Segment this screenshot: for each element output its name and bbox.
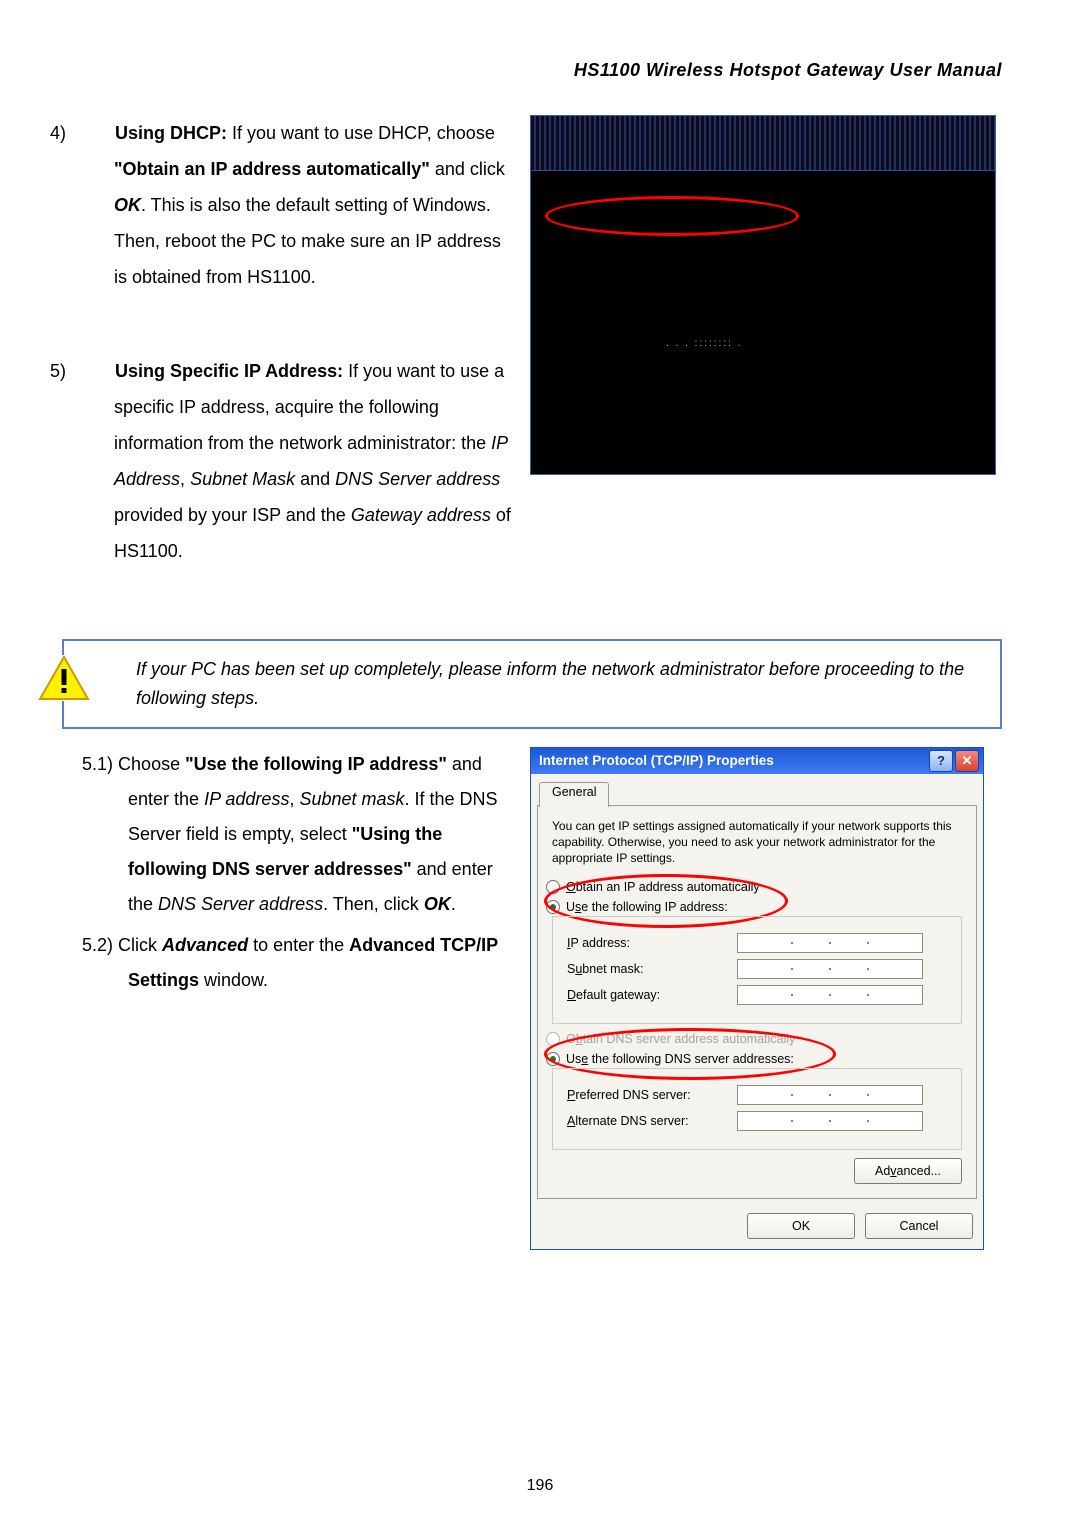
page-title: HS1100 Wireless Hotspot Gateway User Man…	[82, 60, 1002, 81]
marker-52: 5.2)	[82, 935, 113, 955]
warning-callout: If your PC has been set up completely, p…	[62, 639, 1002, 729]
callout-text: If your PC has been set up completely, p…	[136, 659, 964, 708]
radio-obtain-ip-auto[interactable]: Obtain an IP address automatically	[546, 880, 962, 894]
label-alternate-dns: Alternate DNS server:	[567, 1114, 737, 1128]
radio-label: Obtain an IP address automatically	[566, 880, 760, 894]
t-51-1: Choose	[118, 754, 185, 774]
page-number: 196	[0, 1477, 1080, 1495]
tcpip-properties-dialog: Internet Protocol (TCP/IP) Properties ? …	[530, 747, 984, 1251]
radio-use-following-dns[interactable]: Use the following DNS server addresses:	[546, 1052, 962, 1066]
radio-icon	[546, 880, 560, 894]
figure-redacted-screenshot-1: . . . :::::::: .	[530, 115, 996, 475]
quote-4-1: "Obtain an IP address automatically"	[114, 159, 430, 179]
radio-label: Obtain DNS server address automatically	[566, 1032, 795, 1046]
t-52-1: Click	[118, 935, 162, 955]
list-item-5: 5) Using Specific IP Address: If you wan…	[82, 353, 512, 569]
figure-noise: . . . :::::::: .	[666, 338, 742, 349]
t-4-1: If you want to use DHCP, choose	[232, 123, 495, 143]
default-gateway-field[interactable]	[737, 985, 923, 1005]
i-51-1: IP address	[204, 789, 289, 809]
label-default-gateway: Default gateway:	[567, 988, 737, 1002]
list-item-4: 4) Using DHCP: If you want to use DHCP, …	[82, 115, 512, 295]
lead-5: Using Specific IP Address:	[115, 361, 348, 381]
dot-51: .	[451, 894, 456, 914]
radio-icon	[546, 900, 560, 914]
dialog-title: Internet Protocol (TCP/IP) Properties	[539, 753, 774, 768]
t-52-2: to enter the	[248, 935, 349, 955]
i-5-2: Subnet Mask	[190, 469, 295, 489]
t-52-3: window.	[199, 970, 268, 990]
subnet-mask-field[interactable]	[737, 959, 923, 979]
b-52-1: Advanced	[162, 935, 248, 955]
c-51-1: ,	[289, 789, 299, 809]
ip-address-field[interactable]	[737, 933, 923, 953]
sub-item-5-2: 5.2) Click Advanced to enter the Advance…	[82, 928, 512, 998]
q-51-1: "Use the following IP address"	[185, 754, 447, 774]
t-51-5: . Then, click	[323, 894, 424, 914]
label-ip-address: IP address:	[567, 936, 737, 950]
i-5-3: DNS Server address	[335, 469, 500, 489]
i-51-3: DNS Server address	[158, 894, 323, 914]
ok-4: OK	[114, 195, 141, 215]
radio-label: Use the following IP address:	[566, 900, 728, 914]
warning-icon	[38, 655, 90, 701]
help-button[interactable]: ?	[929, 750, 953, 772]
highlight-oval-icon	[545, 196, 799, 236]
i-51-2: Subnet mask	[299, 789, 404, 809]
dialog-titlebar[interactable]: Internet Protocol (TCP/IP) Properties ? …	[531, 748, 983, 774]
cancel-button[interactable]: Cancel	[865, 1213, 973, 1239]
preferred-dns-field[interactable]	[737, 1085, 923, 1105]
c-5-1: ,	[180, 469, 190, 489]
marker-4: 4)	[82, 115, 110, 151]
t-5-2: provided by your ISP and the	[114, 505, 351, 525]
marker-5: 5)	[82, 353, 110, 389]
radio-icon	[546, 1032, 560, 1046]
ok-button[interactable]: OK	[747, 1213, 855, 1239]
label-preferred-dns: Preferred DNS server:	[567, 1088, 737, 1102]
tab-general[interactable]: General	[539, 782, 609, 807]
marker-51: 5.1)	[82, 754, 113, 774]
radio-use-following-ip[interactable]: Use the following IP address:	[546, 900, 962, 914]
t-4-3: . This is also the default setting of Wi…	[114, 195, 501, 287]
label-subnet-mask: Subnet mask:	[567, 962, 737, 976]
radio-obtain-dns-auto: Obtain DNS server address automatically	[546, 1032, 962, 1046]
i-5-4: Gateway address	[351, 505, 491, 525]
close-button[interactable]: ✕	[955, 750, 979, 772]
dialog-description: You can get IP settings assigned automat…	[552, 818, 962, 867]
t-4-2: and click	[430, 159, 505, 179]
radio-icon	[546, 1052, 560, 1066]
ok-51: OK	[424, 894, 451, 914]
radio-label: Use the following DNS server addresses:	[566, 1052, 794, 1066]
sub-item-5-1: 5.1) Choose "Use the following IP addres…	[82, 747, 512, 922]
alternate-dns-field[interactable]	[737, 1111, 923, 1131]
c-5-2: and	[295, 469, 335, 489]
lead-4: Using DHCP:	[115, 123, 232, 143]
advanced-button[interactable]: Advanced...	[854, 1158, 962, 1184]
